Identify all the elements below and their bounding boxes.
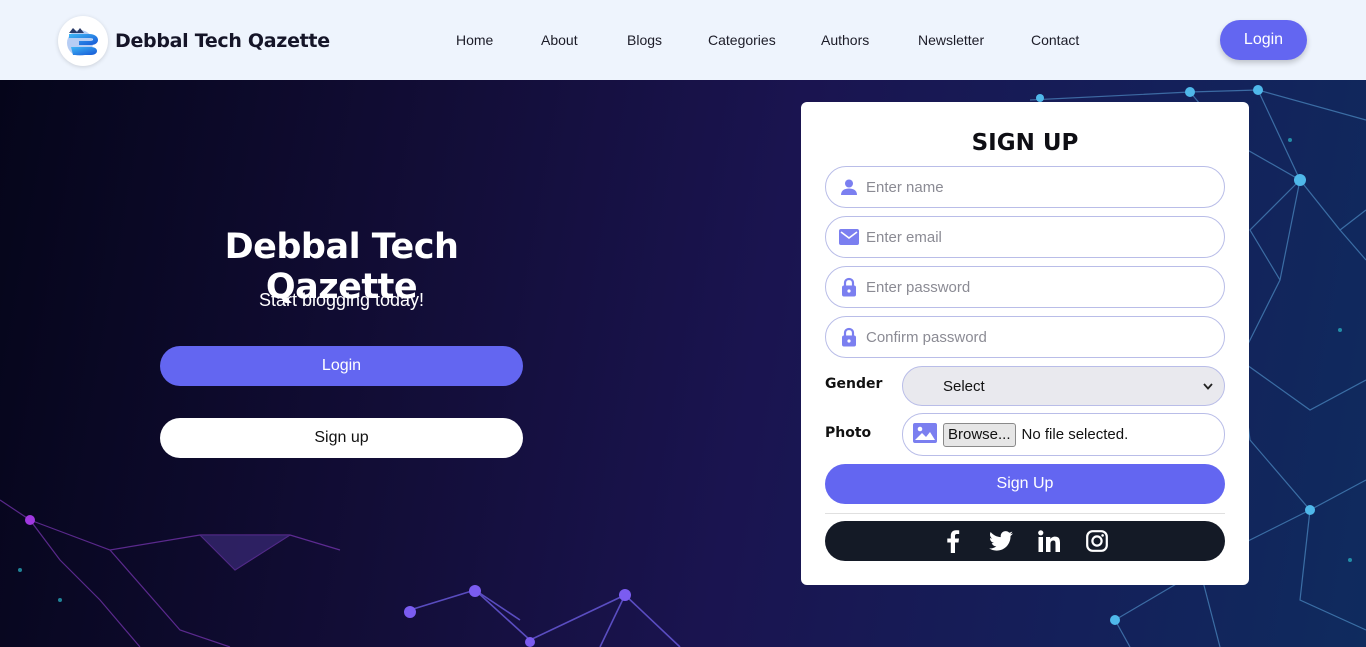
email-field[interactable] (825, 216, 1225, 258)
navbar-login-button[interactable]: Login (1220, 20, 1307, 60)
lock-icon (838, 326, 860, 348)
hero-signup-button[interactable]: Sign up (160, 418, 523, 458)
password-field[interactable] (825, 266, 1225, 308)
file-status: No file selected. (1021, 426, 1129, 443)
divider (825, 513, 1225, 514)
signup-title: SIGN UP (971, 130, 1079, 156)
image-icon (913, 422, 937, 447)
confirm-password-field[interactable] (825, 316, 1225, 358)
nav-link-authors[interactable]: Authors (821, 32, 869, 48)
nav-link-categories[interactable]: Categories (708, 32, 776, 48)
hero-login-button[interactable]: Login (160, 346, 523, 386)
signup-card: SIGN UP Gender Select Photo (801, 102, 1249, 585)
instagram-icon[interactable] (1085, 529, 1109, 553)
name-field[interactable] (825, 166, 1225, 208)
photo-file-input[interactable]: Browse... No file selected. (902, 413, 1225, 456)
name-input[interactable] (866, 178, 1206, 196)
top-navbar: Debbal Tech Qazette Home About Blogs Cat… (0, 0, 1366, 80)
brand-logo-icon (58, 16, 108, 66)
password-input[interactable] (866, 278, 1206, 296)
nav-link-home[interactable]: Home (456, 32, 493, 48)
nav-link-about[interactable]: About (541, 32, 578, 48)
email-input[interactable] (866, 228, 1206, 246)
envelope-icon (838, 226, 860, 248)
user-icon (838, 176, 860, 198)
gender-select[interactable]: Select (902, 366, 1225, 406)
gender-label: Gender (825, 376, 883, 392)
browse-button[interactable]: Browse... (943, 422, 1016, 447)
nav-link-blogs[interactable]: Blogs (627, 32, 662, 48)
twitter-icon[interactable] (989, 529, 1013, 553)
confirm-password-input[interactable] (866, 328, 1206, 346)
nav-link-contact[interactable]: Contact (1031, 32, 1079, 48)
brand-name: Debbal Tech Qazette (115, 30, 330, 52)
nav-link-newsletter[interactable]: Newsletter (918, 32, 984, 48)
signup-submit-button[interactable]: Sign Up (825, 464, 1225, 504)
linkedin-icon[interactable] (1037, 529, 1061, 553)
brand[interactable]: Debbal Tech Qazette (58, 16, 330, 66)
hero-subtitle: Start blogging today! (258, 290, 425, 310)
photo-label: Photo (825, 425, 872, 441)
social-bar (825, 521, 1225, 561)
facebook-icon[interactable] (941, 529, 965, 553)
lock-icon (838, 276, 860, 298)
gender-selected-value: Select (943, 377, 985, 395)
chevron-down-icon (1202, 379, 1214, 397)
